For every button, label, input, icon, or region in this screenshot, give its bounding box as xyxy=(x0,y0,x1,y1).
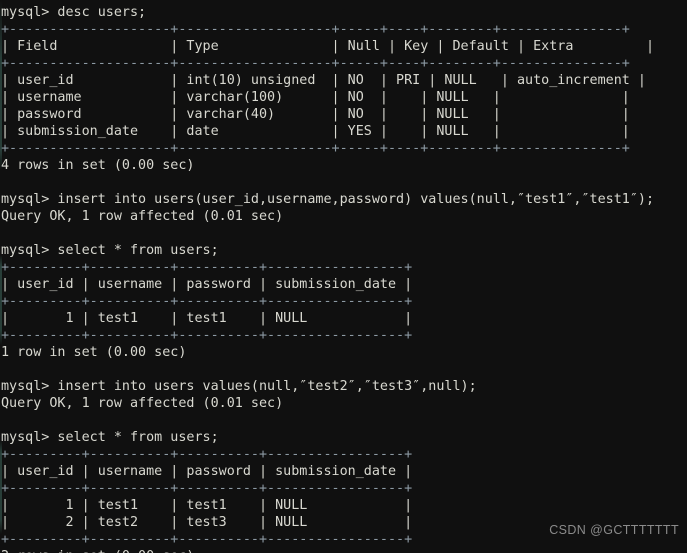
table-header-row: | user_id | username | password | submis… xyxy=(1,464,413,479)
table-rule-mid: +--------------------+------------------… xyxy=(1,56,630,71)
status-select-2-rows: 2 rows in set (0.00 sec) xyxy=(0,548,687,553)
csdn-watermark: CSDN @GCTTTTTTT xyxy=(549,523,679,537)
status-insert-2-ok: Query OK, 1 row affected (0.01 sec) xyxy=(1,396,284,411)
desc-users-output-table: +--------------------+------------------… xyxy=(0,21,687,157)
status-desc-rows: 4 rows in set (0.00 sec) xyxy=(1,158,195,173)
table-row: | user_id | int(10) unsigned | NO | PRI … xyxy=(1,73,646,88)
blank-line-3 xyxy=(0,361,687,378)
table-header-row: | Field | Type | Null | Key | Default | … xyxy=(1,39,655,54)
blank-line-1 xyxy=(0,174,687,191)
table-rule-bottom: +---------+----------+----------+-------… xyxy=(1,328,413,343)
command-line-insert-1: mysql> insert into users(user_id,usernam… xyxy=(1,192,655,207)
table-rule-mid: +---------+----------+----------+-------… xyxy=(1,294,413,309)
table-rule-top: +---------+----------+----------+-------… xyxy=(1,260,413,275)
table-rule-bottom: +--------------------+------------------… xyxy=(1,141,630,156)
table-row: | 1 | test1 | test1 | NULL | xyxy=(1,311,413,326)
command-line-insert-2: mysql> insert into users values(null,″te… xyxy=(1,379,477,394)
blank-line-2 xyxy=(0,225,687,242)
table-row: | password | varchar(40) | NO | | NULL |… xyxy=(1,107,630,122)
table-rule-top: +---------+----------+----------+-------… xyxy=(1,447,413,462)
command-line-select-2: mysql> select * from users; xyxy=(1,430,219,445)
table-rule-mid: +---------+----------+----------+-------… xyxy=(1,481,413,496)
table-row: | username | varchar(100) | NO | | NULL … xyxy=(1,90,630,105)
terminal-window[interactable]: mysql> desc users; +--------------------… xyxy=(0,0,687,553)
table-header-row: | user_id | username | password | submis… xyxy=(1,277,413,292)
status-select-1-rows: 1 row in set (0.00 sec) xyxy=(1,345,187,360)
command-line-select-1: mysql> select * from users; xyxy=(1,243,219,258)
command-line-desc-users: mysql> desc users; xyxy=(1,5,147,20)
blank-line-4 xyxy=(0,412,687,429)
table-rule-top: +--------------------+------------------… xyxy=(1,22,630,37)
table-row: | 1 | test1 | test1 | NULL | xyxy=(1,498,413,513)
select-1-output-table: +---------+----------+----------+-------… xyxy=(0,259,687,344)
status-insert-1-ok: Query OK, 1 row affected (0.01 sec) xyxy=(1,209,284,224)
table-row: | submission_date | date | YES | | NULL … xyxy=(1,124,630,139)
